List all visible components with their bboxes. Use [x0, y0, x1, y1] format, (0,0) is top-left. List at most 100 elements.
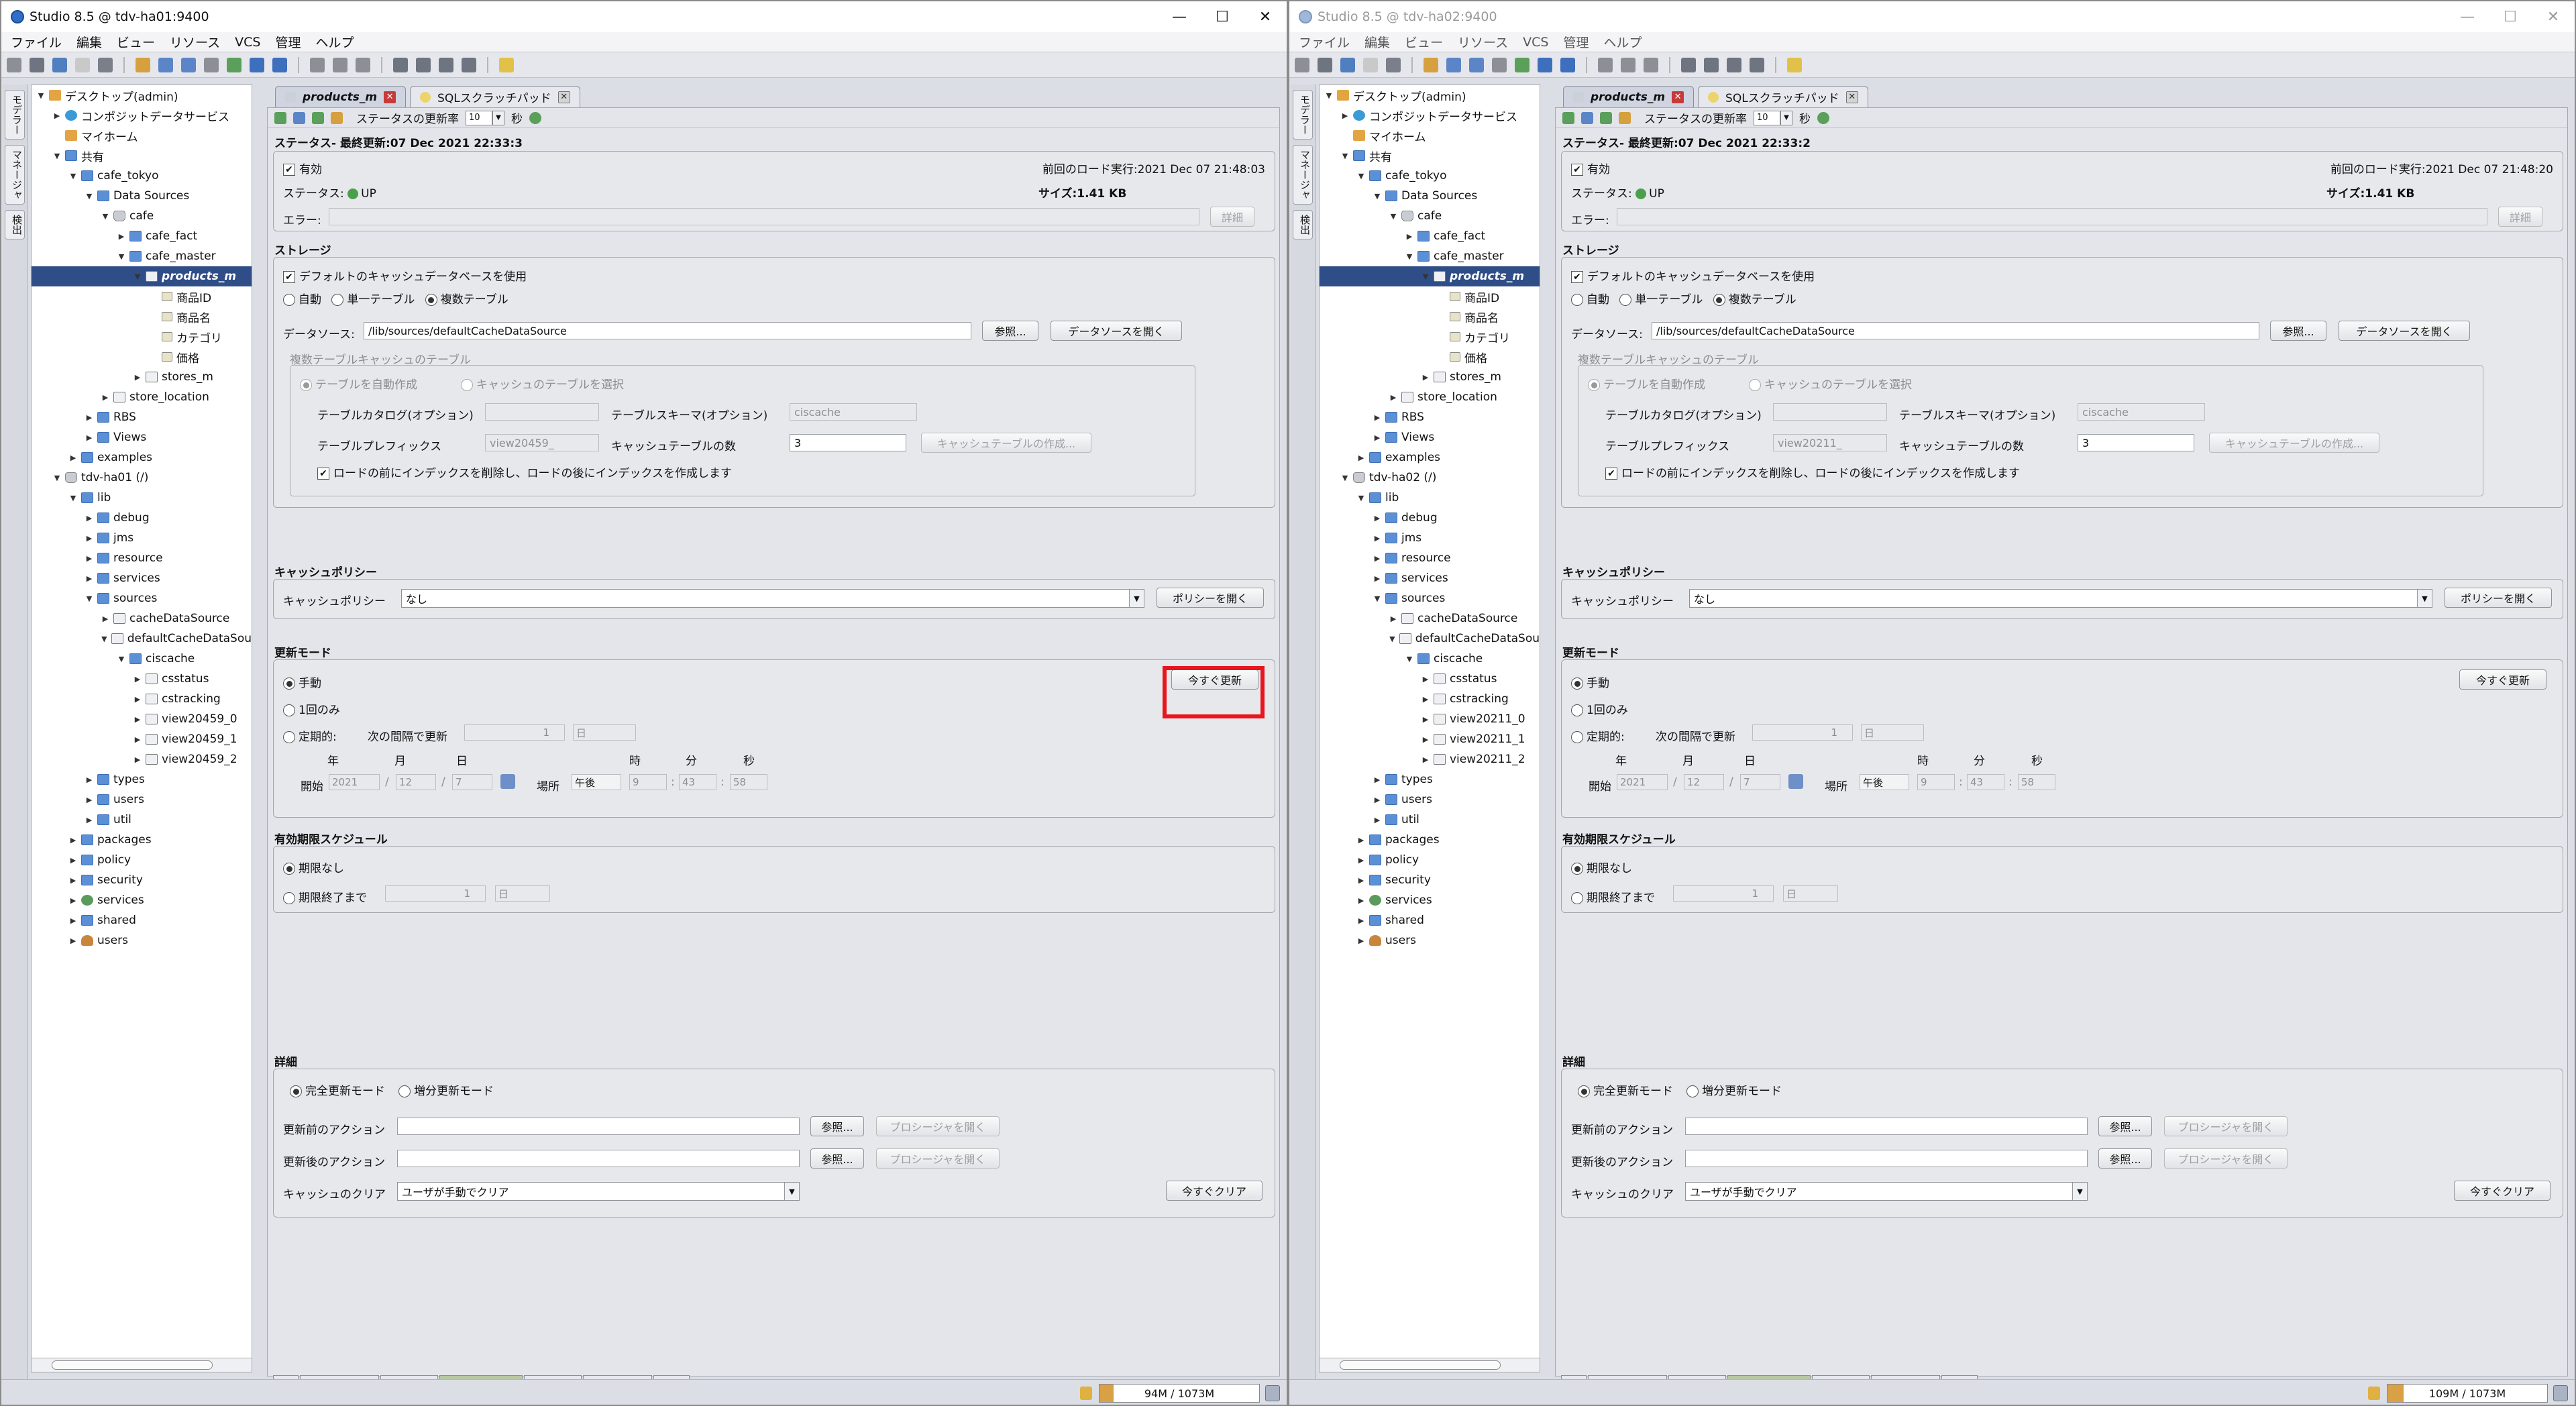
collapsed-toggle-icon[interactable]: ▶	[84, 534, 95, 543]
tree-node[interactable]: ▶ services	[32, 890, 252, 910]
radio-expire-until[interactable]: 期限終了まで	[1571, 888, 1655, 905]
tree-node[interactable]: ▶ debug	[1320, 508, 1540, 528]
expanded-toggle-icon[interactable]: ▼	[1340, 152, 1350, 160]
clipboard-icon[interactable]	[1644, 57, 1658, 72]
status-refresh-icon[interactable]	[1817, 111, 1829, 124]
goto-icon[interactable]	[462, 57, 476, 72]
collapsed-toggle-icon[interactable]: ▶	[1372, 816, 1383, 824]
tree-node[interactable]: ▼ Data Sources	[1320, 186, 1540, 206]
tree-node[interactable]: マイホーム	[1320, 125, 1540, 146]
collapsed-toggle-icon[interactable]: ▶	[68, 896, 78, 905]
tree-node[interactable]: ▶ util	[32, 810, 252, 830]
clear-cache-select[interactable]: ユーザが手動でクリア ▼	[1685, 1182, 2088, 1201]
tree-node[interactable]: ▶ security	[32, 870, 252, 890]
scrollbar-thumb[interactable]	[52, 1360, 213, 1370]
collapsed-toggle-icon[interactable]: ▶	[1420, 715, 1431, 724]
tree-node[interactable]: 商品名	[32, 307, 252, 327]
tree-node[interactable]: ▼ cafe_tokyo	[32, 166, 252, 186]
expanded-toggle-icon[interactable]: ▼	[1372, 594, 1383, 603]
menu-view[interactable]: ビュー	[1405, 33, 1443, 51]
collapsed-toggle-icon[interactable]: ▶	[100, 393, 111, 402]
tree-node[interactable]: ▶ cafe_fact	[32, 226, 252, 246]
memory-indicator[interactable]: 94M / 1073M	[1099, 1384, 1260, 1403]
collapsed-toggle-icon[interactable]: ▶	[1340, 111, 1350, 120]
radio-incremental-refresh[interactable]: 増分更新モード	[1686, 1081, 1782, 1098]
open-datasource-button[interactable]: データソースを開く	[1051, 321, 1182, 341]
tree-node[interactable]: ▶ view20459_1	[32, 729, 252, 749]
radio-auto[interactable]: 自動	[1571, 293, 1609, 307]
tree-node[interactable]: ▶ store_location	[1320, 387, 1540, 407]
radio-no-expiry[interactable]: 期限なし	[283, 859, 344, 875]
collapsed-toggle-icon[interactable]: ▶	[68, 916, 78, 925]
tree-node[interactable]: ▶ cacheDataSource	[1320, 608, 1540, 629]
close-tab-icon[interactable]: ✕	[1672, 91, 1684, 103]
close-tab-icon[interactable]: ✕	[557, 91, 570, 103]
collapsed-toggle-icon[interactable]: ▶	[132, 373, 143, 382]
collapsed-toggle-icon[interactable]: ▶	[132, 715, 143, 724]
refresh-icon[interactable]	[1562, 111, 1574, 124]
side-tab-discovery[interactable]: 検出	[1293, 210, 1313, 239]
tree-node[interactable]: ▶ types	[32, 769, 252, 790]
expanded-toggle-icon[interactable]: ▼	[84, 594, 95, 603]
cache-icon[interactable]	[293, 111, 305, 124]
paste-icon[interactable]	[333, 57, 347, 72]
tree-node[interactable]: ▶ jms	[32, 528, 252, 548]
tree-horizontal-scrollbar[interactable]	[1319, 1358, 1540, 1372]
find-icon[interactable]	[1681, 57, 1696, 72]
collapsed-toggle-icon[interactable]: ▶	[1420, 675, 1431, 684]
refresh-now-button[interactable]: 今すぐ更新	[2459, 669, 2546, 690]
open-policy-button[interactable]: ポリシーを開く	[1157, 588, 1264, 608]
menu-admin[interactable]: 管理	[275, 33, 301, 51]
expanded-toggle-icon[interactable]: ▼	[36, 91, 46, 100]
expanded-toggle-icon[interactable]: ▼	[84, 192, 95, 201]
up-icon[interactable]	[158, 57, 173, 72]
expanded-toggle-icon[interactable]: ▼	[68, 494, 78, 502]
tree-node[interactable]: ▶ cstracking	[1320, 689, 1540, 709]
tree-node[interactable]: ▼ cafe_master	[32, 246, 252, 266]
menu-vcs[interactable]: VCS	[1523, 35, 1548, 50]
ampm-select[interactable]: 午後	[572, 774, 621, 790]
menu-vcs[interactable]: VCS	[235, 35, 260, 50]
tree-node[interactable]: ▶ resource	[32, 548, 252, 568]
collapsed-toggle-icon[interactable]: ▶	[1372, 433, 1383, 442]
post-action-field[interactable]	[1685, 1150, 2088, 1167]
scrollbar-thumb[interactable]	[1340, 1360, 1501, 1370]
clear-now-button[interactable]: 今すぐクリア	[2454, 1181, 2551, 1201]
error-detail-button[interactable]: 詳細	[1210, 207, 1254, 227]
collapsed-toggle-icon[interactable]: ▶	[116, 232, 127, 241]
tree-node[interactable]: マイホーム	[32, 125, 252, 146]
collapsed-toggle-icon[interactable]: ▶	[84, 816, 95, 824]
cache-count-field[interactable]: 3	[790, 434, 906, 451]
calendar-icon[interactable]	[1788, 774, 1803, 789]
tree-node[interactable]: ▶ view20211_0	[1320, 709, 1540, 729]
collapsed-toggle-icon[interactable]: ▶	[1388, 614, 1399, 623]
tree-node[interactable]: ▶ stores_m	[1320, 367, 1540, 387]
save-all-icon[interactable]	[52, 57, 67, 72]
tree-node[interactable]: ▶ debug	[32, 508, 252, 528]
menu-view[interactable]: ビュー	[117, 33, 155, 51]
use-default-cache-checkbox[interactable]: ✔ デフォルトのキャッシュデータベースを使用	[283, 267, 527, 284]
radio-once[interactable]: 1回のみ	[283, 700, 340, 717]
memory-indicator[interactable]: 109M / 1073M	[2387, 1384, 2548, 1403]
tree-node[interactable]: ▶ policy	[32, 850, 252, 870]
calendar-icon[interactable]	[500, 774, 515, 789]
close-icon[interactable]: ✕	[1244, 1, 1287, 32]
expanded-toggle-icon[interactable]: ▼	[132, 272, 143, 281]
tree-node[interactable]: 商品ID	[1320, 286, 1540, 307]
refresh-icon[interactable]	[98, 57, 113, 72]
error-detail-button[interactable]: 詳細	[2498, 207, 2542, 227]
tree-node[interactable]: ▶ RBS	[32, 407, 252, 427]
collapsed-toggle-icon[interactable]: ▶	[1372, 514, 1383, 523]
save-icon[interactable]	[30, 57, 44, 72]
tree-node[interactable]: ▶ packages	[32, 830, 252, 850]
clipboard-icon[interactable]	[356, 57, 370, 72]
tree-node[interactable]: ▶ cafe_fact	[1320, 226, 1540, 246]
chevron-down-icon[interactable]: ▼	[492, 110, 504, 125]
datasource-field[interactable]: /lib/sources/defaultCacheDataSource	[364, 322, 971, 339]
tree-node[interactable]: ▼ defaultCacheDataSou	[1320, 629, 1540, 649]
tree-node[interactable]: ▶ view20211_2	[1320, 749, 1540, 769]
collapsed-toggle-icon[interactable]: ▶	[68, 856, 78, 865]
tree-node[interactable]: ▶ stores_m	[32, 367, 252, 387]
run-icon[interactable]	[136, 57, 150, 72]
radio-periodic[interactable]: 定期的:	[283, 727, 337, 744]
